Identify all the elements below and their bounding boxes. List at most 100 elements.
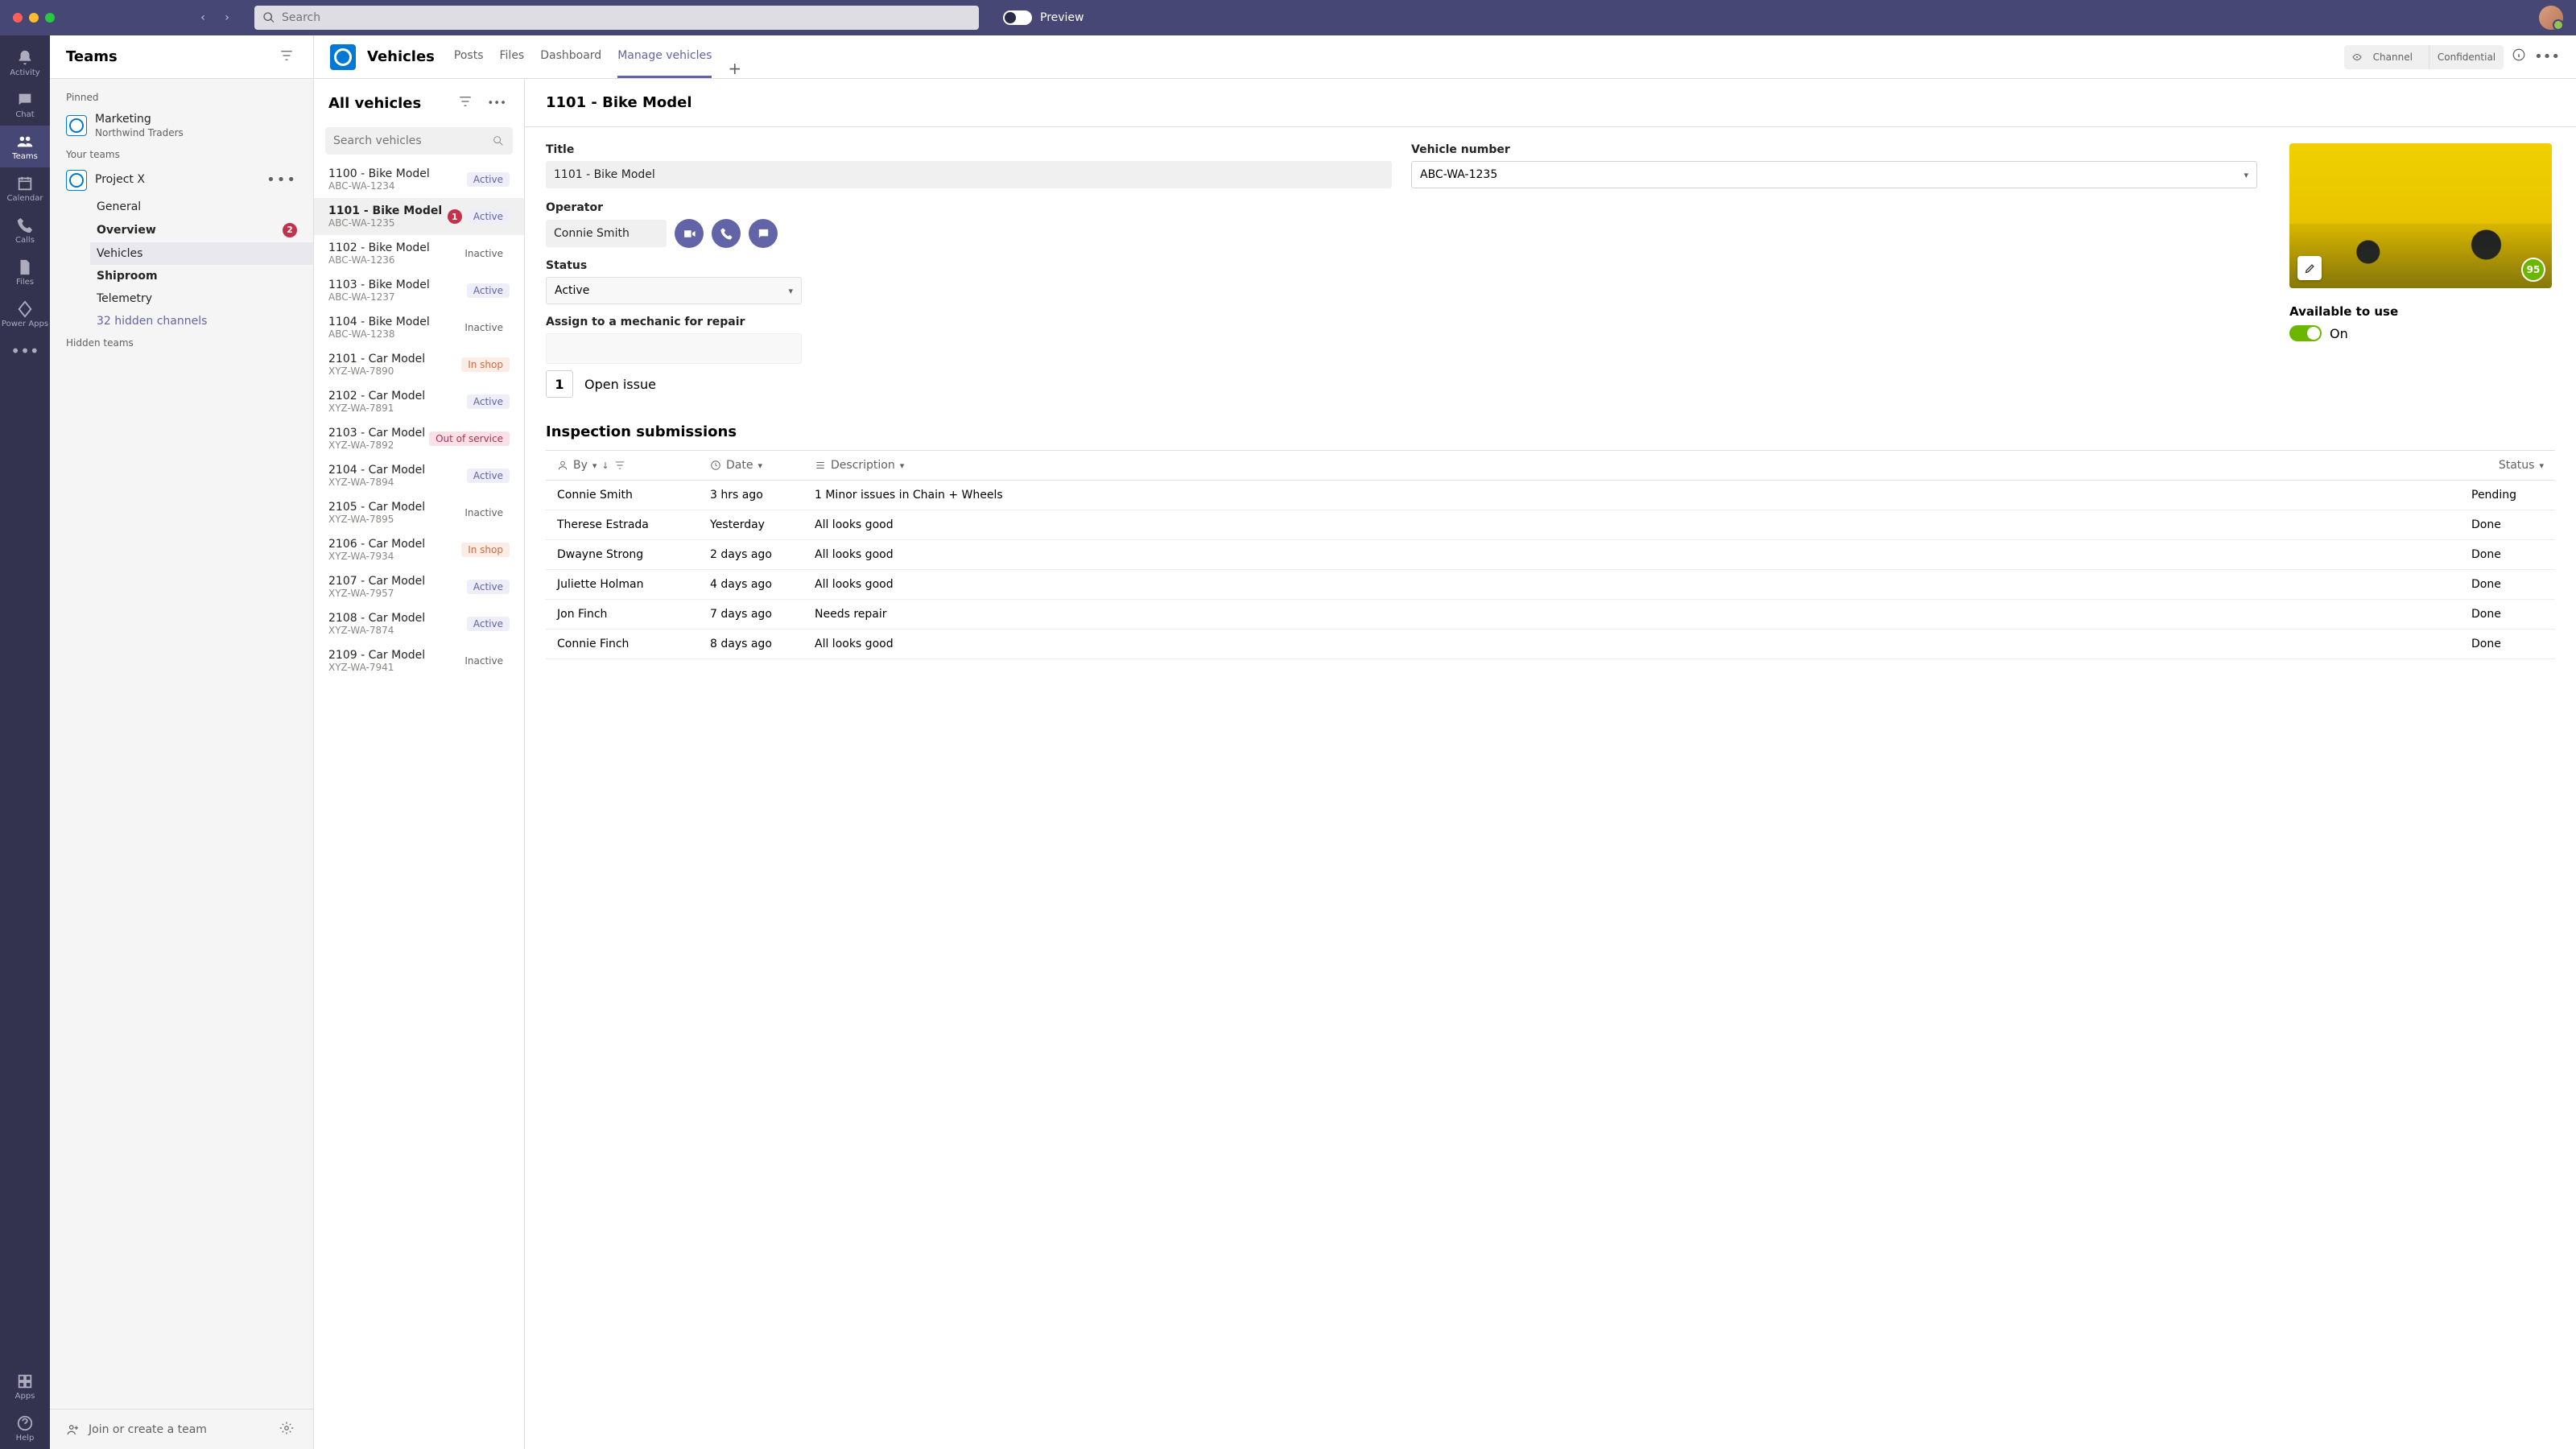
rail-teams[interactable]: Teams <box>0 126 50 167</box>
vehicle-row[interactable]: 2107 - Car ModelXYZ-WA-7957Active <box>314 568 524 605</box>
teams-settings-button[interactable] <box>276 1418 297 1442</box>
table-row[interactable]: Connie Smith3 hrs ago1 Minor issues in C… <box>546 481 2555 510</box>
channel-telemetry[interactable]: Telemetry <box>90 287 313 310</box>
close-window[interactable] <box>13 13 23 23</box>
table-row[interactable]: Dwayne Strong2 days agoAll looks goodDon… <box>546 540 2555 570</box>
maximize-window[interactable] <box>45 13 55 23</box>
filter-teams-button[interactable] <box>276 45 297 69</box>
chat-button[interactable] <box>749 219 778 248</box>
title-value[interactable]: 1101 - Bike Model <box>546 161 1392 188</box>
filter-icon <box>458 94 473 109</box>
vehicle-row[interactable]: 2105 - Car ModelXYZ-WA-7895Inactive <box>314 494 524 531</box>
channel-info-button[interactable] <box>2512 47 2526 66</box>
status-dropdown[interactable]: Active ▾ <box>546 277 802 304</box>
col-by[interactable]: By ▾ ↓ <box>557 459 710 472</box>
vehicle-more-button[interactable]: ••• <box>484 94 510 113</box>
rail-powerapps[interactable]: Power Apps <box>0 293 50 335</box>
vehicle-search-input[interactable] <box>333 134 492 147</box>
preview-toggle[interactable]: Preview <box>1003 10 1084 25</box>
vehicle-row[interactable]: 2102 - Car ModelXYZ-WA-7891Active <box>314 383 524 420</box>
titlebar: ‹ › Preview <box>0 0 2576 35</box>
preview-label: Preview <box>1040 11 1084 24</box>
minimize-window[interactable] <box>29 13 39 23</box>
channel-info-pill[interactable]: Channel Confidential <box>2344 45 2504 69</box>
tab-manage-vehicles[interactable]: Manage vehicles <box>617 35 712 78</box>
number-dropdown[interactable]: ABC-WA-1235 ▾ <box>1411 161 2257 188</box>
channel-shiproom[interactable]: Shiproom <box>90 265 313 287</box>
vehicle-row[interactable]: 1100 - Bike ModelABC-WA-1234Active <box>314 161 524 198</box>
field-assign: Assign to a mechanic for repair <box>546 316 2257 364</box>
channel-general[interactable]: General <box>90 196 313 218</box>
rail-calendar[interactable]: Calendar <box>0 167 50 209</box>
rail-activity[interactable]: Activity <box>0 42 50 84</box>
audio-call-button[interactable] <box>712 219 741 248</box>
vehicle-sub: ABC-WA-1237 <box>328 291 467 303</box>
vehicle-row[interactable]: 2101 - Car ModelXYZ-WA-7890In shop <box>314 346 524 383</box>
vehicle-row[interactable]: 2109 - Car ModelXYZ-WA-7941Inactive <box>314 642 524 679</box>
assign-input[interactable] <box>546 333 802 364</box>
channel-more-button[interactable]: ••• <box>2534 48 2560 65</box>
channel-header-actions: Channel Confidential ••• <box>2344 45 2560 69</box>
vehicle-list-scroll[interactable]: 1100 - Bike ModelABC-WA-1234Active1101 -… <box>314 161 524 1449</box>
vehicle-row[interactable]: 2103 - Car ModelXYZ-WA-7892Out of servic… <box>314 420 524 457</box>
join-team-link[interactable]: Join or create a team <box>89 1423 207 1436</box>
cell-date: 8 days ago <box>710 638 815 650</box>
global-search[interactable] <box>254 6 979 30</box>
open-issue-row[interactable]: 1 Open issue <box>546 370 2257 398</box>
team-project-x[interactable]: Project X ••• <box>50 165 313 196</box>
rail-chat[interactable]: Chat <box>0 84 50 126</box>
available-toggle[interactable] <box>2289 325 2322 341</box>
vehicle-row[interactable]: 1103 - Bike ModelABC-WA-1237Active <box>314 272 524 309</box>
rail-calls[interactable]: Calls <box>0 209 50 251</box>
video-call-button[interactable] <box>675 219 704 248</box>
vehicle-row[interactable]: 2104 - Car ModelXYZ-WA-7894Active <box>314 457 524 494</box>
vehicle-row[interactable]: 1102 - Bike ModelABC-WA-1236Inactive <box>314 235 524 272</box>
vehicle-row[interactable]: 1104 - Bike ModelABC-WA-1238Inactive <box>314 309 524 346</box>
team-more-button[interactable]: ••• <box>266 171 297 188</box>
rail-help[interactable]: Help <box>0 1407 50 1449</box>
field-vehicle-number: Vehicle number ABC-WA-1235 ▾ <box>1411 143 2257 188</box>
forward-button[interactable]: › <box>217 8 237 27</box>
hidden-channels-link[interactable]: 32 hidden channels <box>90 310 313 332</box>
pinned-team[interactable]: Marketing Northwind Traders <box>50 108 313 144</box>
vehicle-row[interactable]: 1101 - Bike ModelABC-WA-12351Active <box>314 198 524 235</box>
operator-value[interactable]: Connie Smith <box>546 220 667 247</box>
video-icon <box>683 227 696 241</box>
global-search-input[interactable] <box>275 11 971 24</box>
vehicle-row[interactable]: 2106 - Car ModelXYZ-WA-7934In shop <box>314 531 524 568</box>
rail-files[interactable]: Files <box>0 251 50 293</box>
channel-overview[interactable]: Overview 2 <box>90 218 313 242</box>
cell-status: Done <box>2471 548 2544 561</box>
vehicle-sub: XYZ-WA-7957 <box>328 588 467 599</box>
profile-avatar[interactable] <box>2539 6 2563 30</box>
col-status[interactable]: Status ▾ <box>2471 459 2544 472</box>
back-button[interactable]: ‹ <box>193 8 213 27</box>
teams-scroll[interactable]: Pinned Marketing Northwind Traders Your … <box>50 79 313 1409</box>
vehicle-status: Out of service <box>429 431 510 446</box>
tab-posts[interactable]: Posts <box>454 35 484 78</box>
vehicle-search[interactable] <box>325 127 513 155</box>
edit-image-button[interactable] <box>2297 256 2322 280</box>
tab-dashboard[interactable]: Dashboard <box>540 35 601 78</box>
table-row[interactable]: Connie Finch8 days agoAll looks goodDone <box>546 630 2555 659</box>
col-desc[interactable]: Description ▾ <box>815 459 2471 472</box>
table-row[interactable]: Therese EstradaYesterdayAll looks goodDo… <box>546 510 2555 540</box>
vehicle-row[interactable]: 2108 - Car ModelXYZ-WA-7874Active <box>314 605 524 642</box>
col-date[interactable]: Date ▾ <box>710 459 815 472</box>
vehicle-filter-button[interactable] <box>455 91 476 115</box>
rail-apps[interactable]: Apps <box>0 1365 50 1407</box>
table-row[interactable]: Juliette Holman4 days agoAll looks goodD… <box>546 570 2555 600</box>
rail-more[interactable]: ••• <box>0 335 50 367</box>
table-row[interactable]: Jon Finch7 days agoNeeds repairDone <box>546 600 2555 630</box>
vehicle-sub: XYZ-WA-7874 <box>328 625 467 636</box>
add-tab-button[interactable]: + <box>728 59 741 78</box>
channel-vehicles[interactable]: Vehicles <box>90 242 313 265</box>
tab-files[interactable]: Files <box>500 35 525 78</box>
calendar-icon <box>16 175 34 192</box>
vehicle-name: 2105 - Car Model <box>328 501 458 514</box>
vehicle-list-title: All vehicles <box>328 95 447 112</box>
cell-status: Pending <box>2471 489 2544 502</box>
vehicle-name: 2101 - Car Model <box>328 353 461 365</box>
cell-desc: 1 Minor issues in Chain + Wheels <box>815 489 2471 502</box>
preview-switch[interactable] <box>1003 10 1032 25</box>
